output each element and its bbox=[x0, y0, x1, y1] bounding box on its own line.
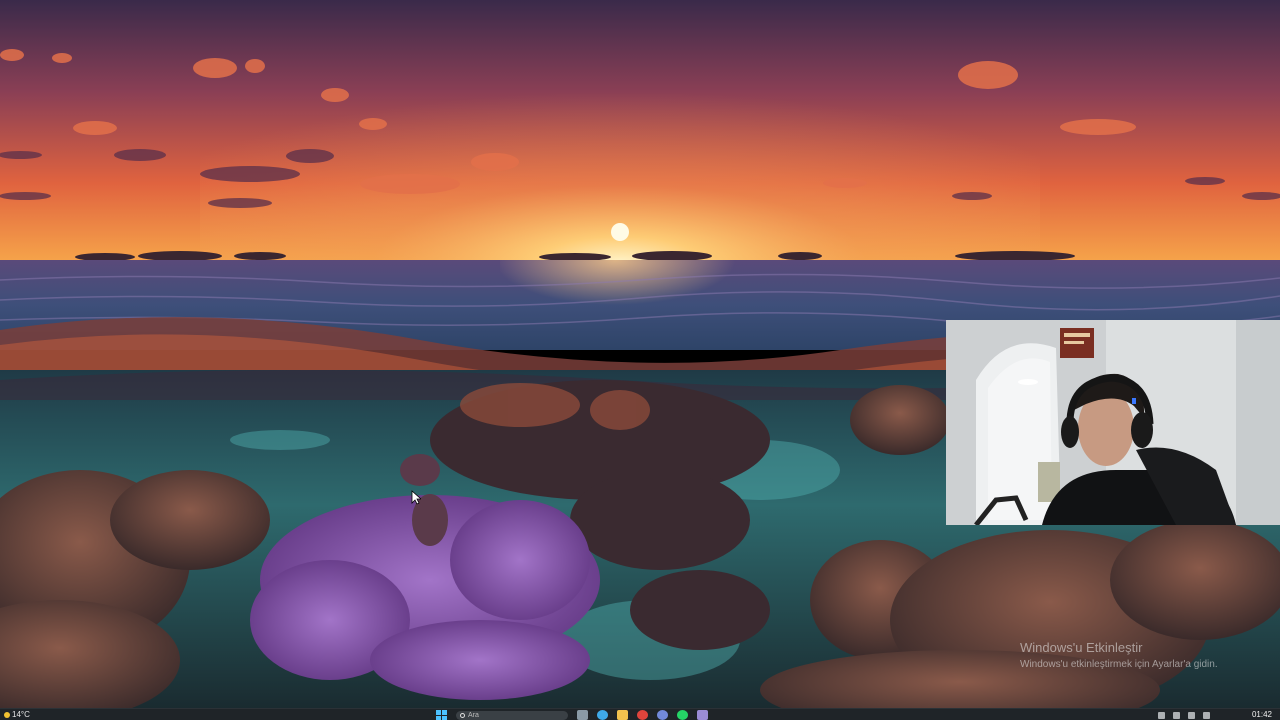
weather-temperature: 14°C bbox=[12, 710, 30, 719]
system-tray bbox=[1158, 710, 1210, 720]
windows-activation-watermark: Windows'u Etkinleştir Windows'u etkinleş… bbox=[1020, 640, 1218, 672]
app-icon[interactable] bbox=[697, 710, 708, 720]
edge-icon[interactable] bbox=[597, 710, 608, 720]
start-button[interactable] bbox=[436, 710, 447, 720]
watermark-title: Windows'u Etkinleştir bbox=[1020, 640, 1143, 655]
taskbar-center: Ara bbox=[436, 710, 708, 720]
search-placeholder: Ara bbox=[468, 711, 479, 719]
mouse-cursor-icon bbox=[411, 490, 421, 505]
whatsapp-icon[interactable] bbox=[677, 710, 688, 720]
watermark-subtitle: Windows'u etkinleştirmek için Ayarlar'a … bbox=[1020, 659, 1218, 670]
folder-icon[interactable] bbox=[617, 710, 628, 720]
file-manager-icon[interactable] bbox=[577, 710, 588, 720]
chevron-up-icon[interactable] bbox=[1158, 711, 1165, 719]
battery-icon[interactable] bbox=[1203, 711, 1210, 719]
taskbar-search-box[interactable]: Ara bbox=[456, 710, 568, 720]
network-icon[interactable] bbox=[1173, 711, 1180, 719]
weather-widget[interactable]: 14°C bbox=[4, 710, 30, 720]
webcam-overlay bbox=[946, 320, 1280, 525]
taskbar-clock[interactable]: 01:42 bbox=[1252, 710, 1272, 720]
chrome-icon[interactable] bbox=[637, 710, 648, 720]
sun-icon bbox=[4, 712, 10, 718]
taskbar: 14°C Ara 01:42 bbox=[0, 708, 1280, 720]
speaker-icon[interactable] bbox=[1188, 711, 1195, 719]
desktop: Windows'u Etkinleştir Windows'u etkinleş… bbox=[0, 0, 1280, 708]
search-icon bbox=[460, 712, 465, 718]
discord-icon[interactable] bbox=[657, 710, 668, 720]
